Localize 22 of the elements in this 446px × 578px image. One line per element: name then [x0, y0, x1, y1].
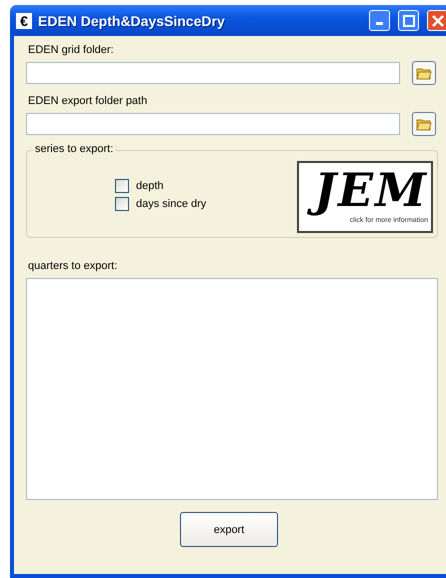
export-button[interactable]: export: [180, 512, 278, 547]
checkbox-label: days since dry: [136, 198, 206, 210]
close-icon: [432, 14, 444, 26]
browse-button[interactable]: [412, 61, 436, 85]
list-label: quarters to export:: [28, 260, 118, 272]
folder-icon: [416, 66, 432, 80]
app-icon: €: [16, 12, 32, 28]
group-legend: series to export:: [33, 143, 116, 155]
browse-button[interactable]: [412, 112, 436, 136]
input-field[interactable]: [26, 113, 400, 135]
field-label: EDEN export folder path: [28, 95, 148, 107]
checkbox[interactable]: [115, 179, 129, 193]
close-button[interactable]: [427, 10, 446, 31]
field-label: EDEN grid folder:: [28, 44, 115, 56]
checkbox[interactable]: [115, 197, 129, 211]
checkbox-label: depth: [136, 180, 164, 192]
folder-icon: [416, 117, 432, 131]
maximize-icon: [402, 14, 414, 26]
input-field[interactable]: [26, 62, 400, 84]
maximize-button[interactable]: [398, 10, 419, 31]
window-title: EDEN Depth&DaysSinceDry: [38, 12, 226, 28]
minimize-button[interactable]: [369, 10, 390, 31]
